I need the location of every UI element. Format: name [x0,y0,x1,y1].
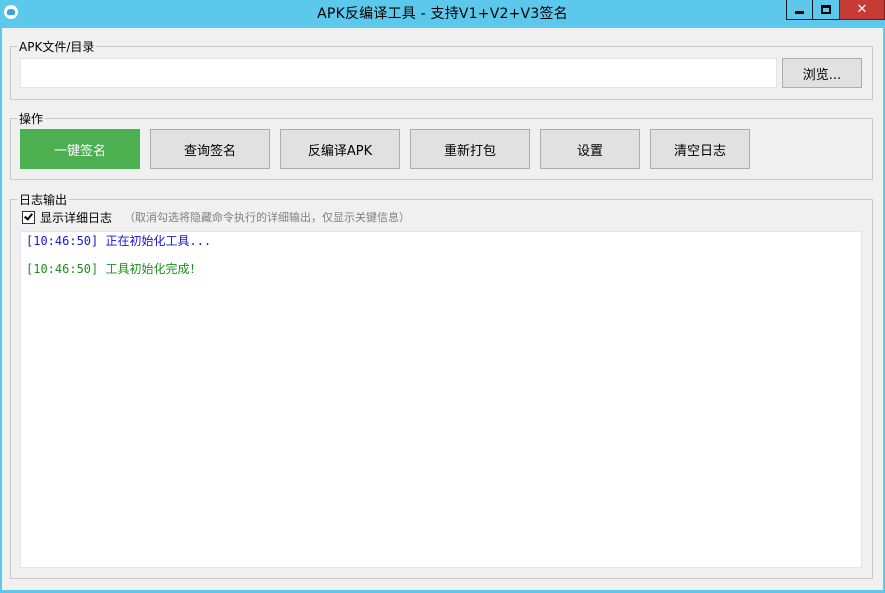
query-signature-button[interactable]: 查询签名 [150,129,270,169]
maximize-button[interactable] [812,0,839,20]
decompile-apk-button[interactable]: 反编译APK [280,129,400,169]
minimize-button[interactable] [786,0,812,20]
close-button[interactable]: ✕ [839,0,885,20]
one-click-sign-button[interactable]: 一键签名 [20,129,140,169]
verbose-log-label[interactable]: 显示详细日志 [40,209,112,226]
close-icon: ✕ [856,2,868,17]
repackage-button[interactable]: 重新打包 [410,129,530,169]
verbose-log-checkbox[interactable] [22,210,35,224]
operations-group-legend: 操作 [19,112,44,126]
title-bar[interactable]: APK反编译工具 - 支持V1+V2+V3签名 ✕ [0,0,885,28]
log-line: [10:46:50] 工具初始化完成！ [26,262,202,276]
file-group-legend: APK文件/目录 [19,40,95,54]
log-output[interactable]: [10:46:50] 正在初始化工具... [10:46:50] 工具初始化完成… [20,231,862,568]
app-window: APK反编译工具 - 支持V1+V2+V3签名 ✕ APK文件/目录 浏览...… [0,0,885,593]
window-title: APK反编译工具 - 支持V1+V2+V3签名 [317,6,568,22]
settings-button[interactable]: 设置 [540,129,640,169]
verbose-log-row: 显示详细日志 （取消勾选将隐藏命令执行的详细输出，仅显示关键信息） [22,208,410,226]
log-line: [10:46:50] 正在初始化工具... [26,234,212,248]
minimize-icon [795,11,804,14]
browse-button[interactable]: 浏览... [782,58,862,88]
maximize-icon [821,5,831,14]
log-group-legend: 日志输出 [19,193,68,207]
clear-log-button[interactable]: 清空日志 [650,129,750,169]
checkmark-icon [24,210,33,221]
client-area: APK文件/目录 浏览... 操作 一键签名 查询签名 反编译APK 重新打包 … [2,28,883,590]
apk-path-input[interactable] [20,58,777,88]
verbose-log-hint: （取消勾选将隐藏命令执行的详细输出，仅显示关键信息） [124,211,411,224]
